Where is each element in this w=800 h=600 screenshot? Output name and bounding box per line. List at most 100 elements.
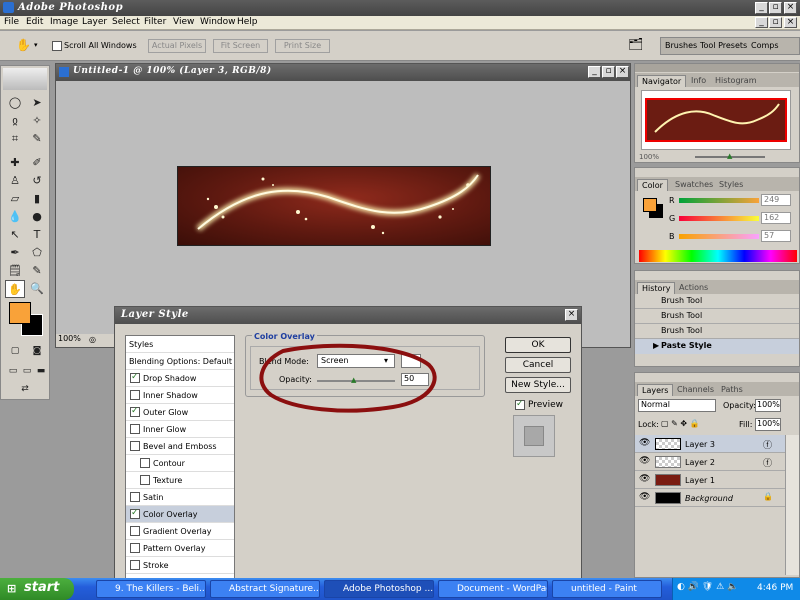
style-effect-item[interactable]: Outer Glow [126, 404, 234, 421]
tab-actions[interactable]: Actions [675, 282, 712, 294]
print-size-button[interactable]: Print Size [275, 39, 330, 53]
style-effect-item[interactable]: Inner Shadow [126, 387, 234, 404]
taskbar-item-browser[interactable]: Abstract Signature... [210, 580, 320, 598]
style-effect-checkbox[interactable] [130, 406, 140, 417]
menu-window[interactable]: Window [200, 17, 236, 27]
lasso-tool-icon[interactable]: ჲ [5, 112, 25, 130]
file-browser-icon[interactable]: 🗂 [628, 37, 643, 51]
style-effect-checkbox[interactable] [140, 475, 150, 485]
dialog-close-button[interactable]: × [565, 309, 578, 321]
style-effect-item[interactable]: Inner Glow [126, 421, 234, 438]
path-selection-icon[interactable]: ↖ [5, 226, 25, 244]
close-button[interactable]: × [784, 2, 797, 14]
g-channel-slider[interactable] [679, 216, 759, 221]
status-icon[interactable]: ◎ [89, 335, 96, 344]
layer-effects-icon[interactable]: ⓕ [763, 456, 772, 469]
taskbar-item-wordpad[interactable]: Document - WordPad [438, 580, 548, 598]
navigator-zoom[interactable]: 100% [639, 153, 659, 161]
tab-info[interactable]: Info [687, 75, 710, 87]
style-effect-checkbox[interactable] [140, 458, 150, 468]
healing-brush-icon[interactable]: ✚ [5, 154, 25, 172]
style-effect-item[interactable]: Texture [126, 472, 234, 489]
crop-tool-icon[interactable]: ⌗ [5, 130, 25, 148]
brush-tool-icon[interactable]: ✐ [27, 154, 47, 172]
tab-layers[interactable]: Layers [637, 384, 674, 396]
style-effect-checkbox[interactable] [130, 508, 140, 519]
layer-row-active[interactable]: 👁 Layer 3 ⓕ [635, 435, 785, 453]
zoom-tool-icon[interactable]: 🔍 [27, 280, 47, 298]
menu-select[interactable]: Select [112, 17, 140, 27]
tab-styles[interactable]: Styles [715, 179, 747, 191]
eraser-tool-icon[interactable]: ▱ [5, 190, 25, 208]
hand-tool-icon-active[interactable]: ✋ [5, 280, 25, 298]
start-button[interactable]: ⊞ start [0, 578, 74, 600]
history-item[interactable]: Brush Tool [635, 294, 799, 309]
style-effect-item[interactable]: Satin [126, 489, 234, 506]
style-effect-checkbox[interactable] [130, 372, 140, 383]
b-value-input[interactable]: 57 [761, 230, 791, 242]
style-effect-checkbox[interactable] [130, 441, 140, 451]
actual-pixels-button[interactable]: Actual Pixels [148, 39, 206, 53]
tool-preset-arrow-icon[interactable]: ▾ [34, 41, 38, 49]
r-channel-slider[interactable] [679, 198, 759, 203]
taskbar-item-paint[interactable]: untitled - Paint [552, 580, 662, 598]
history-item[interactable]: Brush Tool [635, 309, 799, 324]
taskbar-item-music[interactable]: 9. The Killers - Beli... [96, 580, 206, 598]
screen-mode-full-icon[interactable]: ▬ [31, 362, 51, 380]
new-style-button[interactable]: New Style... [505, 377, 571, 393]
move-tool-icon[interactable]: ➤ [27, 94, 47, 112]
dodge-tool-icon[interactable]: ● [27, 208, 47, 226]
style-effect-checkbox[interactable] [130, 390, 140, 400]
style-effect-checkbox[interactable] [130, 492, 140, 502]
tab-paths[interactable]: Paths [717, 384, 747, 396]
navigator-slider-thumb[interactable]: ▲ [727, 152, 732, 160]
doc-close-button[interactable]: × [784, 17, 797, 28]
style-effect-item[interactable]: Contour [126, 455, 234, 472]
tray-icons[interactable]: ◐ 🔊 🛡 ⚠ 🔈 [677, 582, 738, 592]
style-effect-checkbox[interactable] [130, 560, 140, 570]
tab-comps[interactable]: Comps [751, 41, 779, 50]
layer-blend-mode-select[interactable]: Normal [638, 399, 716, 412]
history-item-current[interactable]: ▶ Paste Style [635, 339, 799, 354]
tab-channels[interactable]: Channels [673, 384, 718, 396]
fill-input[interactable]: 100% [755, 418, 781, 431]
g-value-input[interactable]: 162 [761, 212, 791, 224]
navigator-thumbnail[interactable] [641, 90, 791, 150]
style-effect-item[interactable]: Pattern Overlay [126, 540, 234, 557]
eyedropper-icon[interactable]: ✎ [27, 262, 47, 280]
layers-scrollbar[interactable] [785, 435, 799, 575]
restore-button[interactable]: ▫ [769, 2, 782, 14]
style-effect-item[interactable]: Gradient Overlay [126, 523, 234, 540]
quick-mask-icon[interactable]: ◙ [27, 342, 47, 360]
styles-header-item[interactable]: Styles [126, 336, 234, 353]
style-effect-item[interactable]: Bevel and Emboss [126, 438, 234, 455]
style-effect-item[interactable]: Stroke [126, 557, 234, 574]
doc-window-maximize[interactable]: ▫ [602, 66, 615, 78]
style-effect-item[interactable]: Drop Shadow [126, 370, 234, 387]
visibility-eye-icon[interactable]: 👁 [639, 456, 650, 466]
style-effect-checkbox[interactable] [130, 424, 140, 434]
style-effect-checkbox[interactable] [130, 543, 140, 553]
clone-stamp-icon[interactable]: ♙ [5, 172, 25, 190]
layer-effects-icon[interactable]: ⓕ [763, 438, 772, 451]
notes-tool-icon[interactable]: 🗒 [5, 262, 25, 280]
tab-history[interactable]: History [637, 282, 676, 294]
menu-help[interactable]: Help [237, 17, 258, 27]
menu-view[interactable]: View [173, 17, 194, 27]
tab-navigator[interactable]: Navigator [637, 75, 687, 87]
blur-tool-icon[interactable]: 💧 [5, 208, 25, 226]
layer-row[interactable]: 👁 Background 🔒 [635, 489, 785, 507]
style-effect-checkbox[interactable] [130, 526, 140, 536]
history-brush-icon[interactable]: ↺ [27, 172, 47, 190]
taskbar-item-photoshop[interactable]: Adobe Photoshop ... [324, 580, 434, 598]
color-panel-foreground-swatch[interactable] [643, 198, 657, 212]
slice-tool-icon[interactable]: ✎ [27, 130, 47, 148]
minimize-button[interactable]: _ [755, 2, 768, 14]
hand-tool-icon[interactable]: ✋ [16, 38, 31, 52]
preview-checkbox[interactable] [515, 399, 525, 410]
fit-screen-button[interactable]: Fit Screen [213, 39, 268, 53]
menu-layer[interactable]: Layer [82, 17, 107, 27]
lock-icons[interactable]: ▢ ✎ ✥ 🔒 [661, 419, 700, 428]
pen-tool-icon[interactable]: ✒ [5, 244, 25, 262]
menu-file[interactable]: File [4, 17, 19, 27]
